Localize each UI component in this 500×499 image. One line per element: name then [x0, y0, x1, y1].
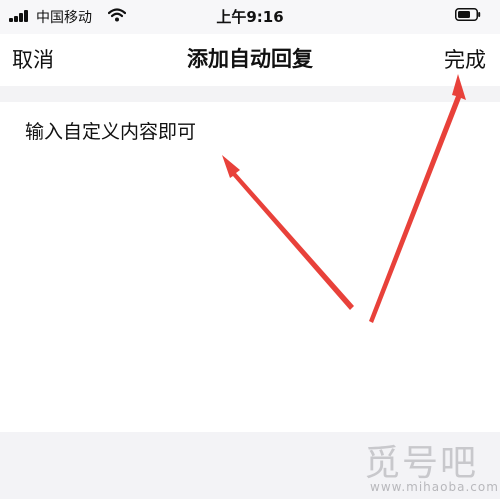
battery-icon	[455, 8, 481, 21]
page-title: 添加自动回复	[187, 47, 313, 71]
navigation-bar: 取消 添加自动回复 完成	[0, 34, 500, 86]
watermark-url: www.mihaoba.com	[370, 480, 499, 494]
status-bar: 中国移动 上午9:16	[0, 0, 500, 34]
section-divider	[0, 86, 500, 102]
done-button[interactable]: 完成	[444, 44, 486, 74]
status-time: 上午9:16	[216, 8, 284, 26]
watermark-title: 觅号吧	[364, 443, 479, 484]
watermark: 觅号吧 www.mihaoba.com	[360, 434, 499, 498]
reply-text-area[interactable]: 输入自定义内容即可	[0, 102, 500, 432]
reply-text: 输入自定义内容即可	[25, 121, 197, 143]
